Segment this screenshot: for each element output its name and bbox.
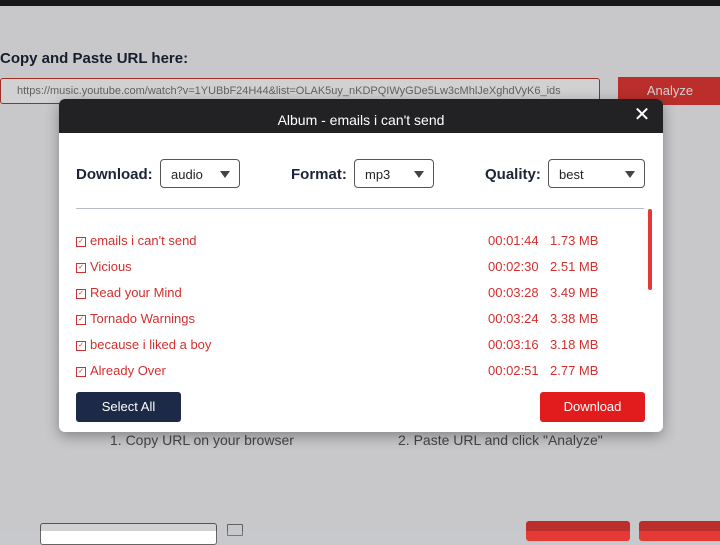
track-duration: 00:03:24 — [488, 311, 539, 326]
checkbox-icon[interactable]: ✓ — [76, 341, 86, 351]
download-button[interactable]: Download — [540, 392, 645, 422]
track-row[interactable]: ✓ Read your Mind 00:03:28 3.49 MB — [76, 280, 646, 306]
select-all-button[interactable]: Select All — [76, 392, 181, 422]
track-row[interactable]: ✓ Vicious 00:02:30 2.51 MB — [76, 254, 646, 280]
track-size: 2.51 MB — [550, 259, 599, 274]
close-icon[interactable]: ✕ — [633, 105, 651, 125]
checkbox-icon[interactable]: ✓ — [76, 263, 86, 273]
track-name: Tornado Warnings — [90, 311, 196, 326]
format-label: Format: — [291, 166, 347, 183]
track-duration: 00:02:51 — [488, 363, 539, 378]
album-dialog: Album - emails i can't send ✕ Download: … — [59, 99, 663, 432]
checkbox-icon[interactable]: ✓ — [76, 237, 86, 247]
download-type-select[interactable]: audio — [160, 159, 240, 188]
track-name: Read your Mind — [90, 285, 182, 300]
format-select[interactable]: mp3 — [354, 159, 434, 188]
track-name: emails i can't send — [90, 233, 197, 248]
download-type-label: Download: — [76, 166, 153, 183]
track-row[interactable]: ✓ emails i can't send 00:01:44 1.73 MB — [76, 228, 646, 254]
track-row[interactable]: ✓ Tornado Warnings 00:03:24 3.38 MB — [76, 306, 646, 332]
track-duration: 00:01:44 — [488, 233, 539, 248]
track-name: because i liked a boy — [90, 337, 212, 352]
chevron-down-icon — [414, 171, 424, 178]
track-name: Vicious — [90, 259, 132, 274]
track-row[interactable]: ✓ because i liked a boy 00:03:16 3.18 MB — [76, 332, 646, 358]
track-duration: 00:02:30 — [488, 259, 539, 274]
track-list: ✓ emails i can't send 00:01:44 1.73 MB ✓… — [76, 228, 646, 385]
chevron-down-icon — [220, 171, 230, 178]
quality-label: Quality: — [485, 166, 541, 183]
track-list-scrollbar[interactable] — [648, 209, 652, 290]
track-name: Already Over — [90, 363, 166, 378]
download-type-value: audio — [171, 167, 203, 182]
track-size: 3.18 MB — [550, 337, 599, 352]
track-size: 3.38 MB — [550, 311, 599, 326]
checkbox-icon[interactable]: ✓ — [76, 315, 86, 325]
track-duration: 00:03:28 — [488, 285, 539, 300]
chevron-down-icon — [625, 171, 635, 178]
format-value: mp3 — [365, 167, 391, 182]
quality-select[interactable]: best — [548, 159, 645, 188]
track-duration: 00:03:16 — [488, 337, 539, 352]
track-row[interactable]: ✓ Already Over 00:02:51 2.77 MB — [76, 358, 646, 384]
track-size: 1.73 MB — [550, 233, 599, 248]
checkbox-icon[interactable]: ✓ — [76, 289, 86, 299]
checkbox-icon[interactable]: ✓ — [76, 367, 86, 377]
quality-value: best — [559, 167, 584, 182]
dialog-header: Album - emails i can't send ✕ — [59, 99, 663, 133]
dialog-title: Album - emails i can't send — [277, 112, 445, 128]
track-size: 2.77 MB — [550, 363, 599, 378]
track-size: 3.49 MB — [550, 285, 599, 300]
divider — [76, 208, 644, 209]
